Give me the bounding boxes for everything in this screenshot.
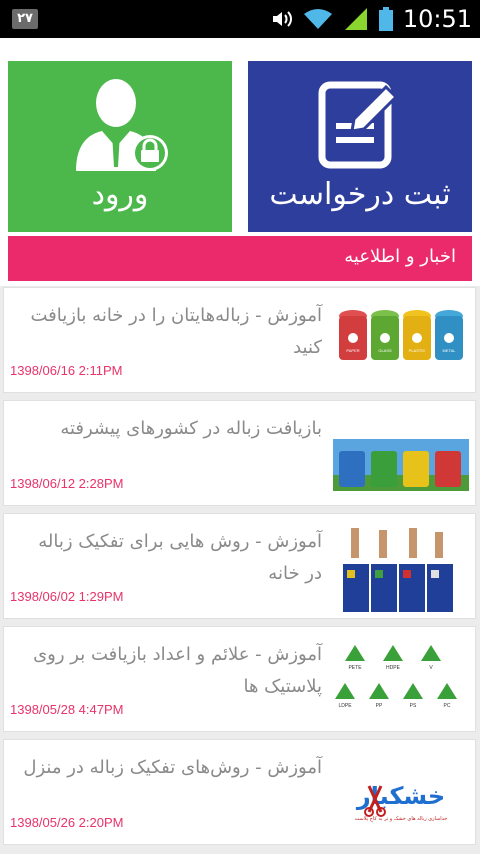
news-item[interactable]: آموزش - روش‌های تفکیک زباله در منزل 1398… [3, 739, 476, 845]
news-thumbnail: خشکبار جداسازی زباله های خشک و تر به کاج… [333, 750, 469, 840]
news-thumbnail: PETE HDPE V LDPE PP PS PC [333, 637, 469, 727]
news-date: 1398/06/16 2:11PM [10, 363, 123, 378]
waste-sorting-icon [343, 528, 453, 612]
news-date: 1398/06/12 2:28PM [10, 476, 124, 491]
recycle-code: V [429, 665, 433, 671]
brand-logo-icon: خشکبار جداسازی زباله های خشک و تر به کاج… [355, 782, 448, 822]
wifi-icon [303, 8, 333, 30]
news-date: 1398/06/02 1:29PM [10, 589, 124, 604]
news-title: آموزش - علائم و اعداد بازیافت بر روی پلا… [33, 644, 322, 697]
recycle-code: PS [410, 703, 417, 709]
notification-badge: ۲۷ [12, 9, 38, 29]
recycle-code: HDPE [386, 665, 401, 671]
news-title: آموزش - روش‌های تفکیک زباله در منزل [23, 757, 322, 778]
news-item[interactable]: بازیافت زباله در کشورهای پیشرفته 1398/06… [3, 400, 476, 506]
news-thumbnail: PAPER GLASS PLASTIC METAL [333, 298, 469, 388]
battery-icon [378, 7, 393, 31]
news-header: اخبار و اطلاعیه [8, 236, 472, 281]
login-label: ورود [91, 177, 149, 212]
bin-label: PLASTIC [409, 348, 426, 353]
edit-document-icon [318, 79, 402, 175]
news-thumbnail [333, 524, 469, 614]
recycle-symbols-icon: PETE HDPE V LDPE PP PS PC [335, 645, 457, 709]
recycle-code: LDPE [338, 703, 352, 709]
recycle-code: PETE [348, 665, 362, 671]
status-time: 10:51 [402, 5, 472, 33]
request-tile[interactable]: ثبت درخواست [248, 61, 472, 232]
news-header-label: اخبار و اطلاعیه [344, 246, 456, 267]
user-lock-icon [72, 75, 168, 179]
recycle-code: PC [444, 703, 451, 709]
news-date: 1398/05/26 2:20PM [10, 815, 124, 830]
recycle-code: PP [376, 703, 383, 709]
recycle-bins-icon: PAPER GLASS PLASTIC METAL [339, 310, 463, 360]
news-item[interactable]: آموزش - روش هایی برای تفکیک زباله در خان… [3, 513, 476, 619]
news-title: آموزش - زباله‌هایتان را در خانه بازیافت … [30, 305, 322, 358]
signal-icon [343, 8, 369, 30]
news-title: آموزش - روش هایی برای تفکیک زباله در خان… [38, 531, 322, 584]
login-tile[interactable]: ورود [8, 61, 232, 232]
status-bar: ۲۷ 10:51 [0, 0, 480, 38]
brand-tagline: جداسازی زباله های خشک و تر به کاج پلاست [355, 816, 448, 822]
recycle-bins-outdoor-icon [333, 439, 469, 491]
news-item[interactable]: آموزش - زباله‌هایتان را در خانه بازیافت … [3, 287, 476, 393]
news-thumbnail [333, 411, 469, 501]
bin-label: PAPER [346, 348, 359, 353]
volume-icon [271, 9, 293, 29]
request-label: ثبت درخواست [269, 177, 451, 212]
news-item[interactable]: آموزش - علائم و اعداد بازیافت بر روی پلا… [3, 626, 476, 732]
bin-label: GLASS [378, 348, 392, 353]
news-date: 1398/05/28 4:47PM [10, 702, 124, 717]
bin-label: METAL [442, 348, 456, 353]
news-title: بازیافت زباله در کشورهای پیشرفته [60, 418, 322, 439]
